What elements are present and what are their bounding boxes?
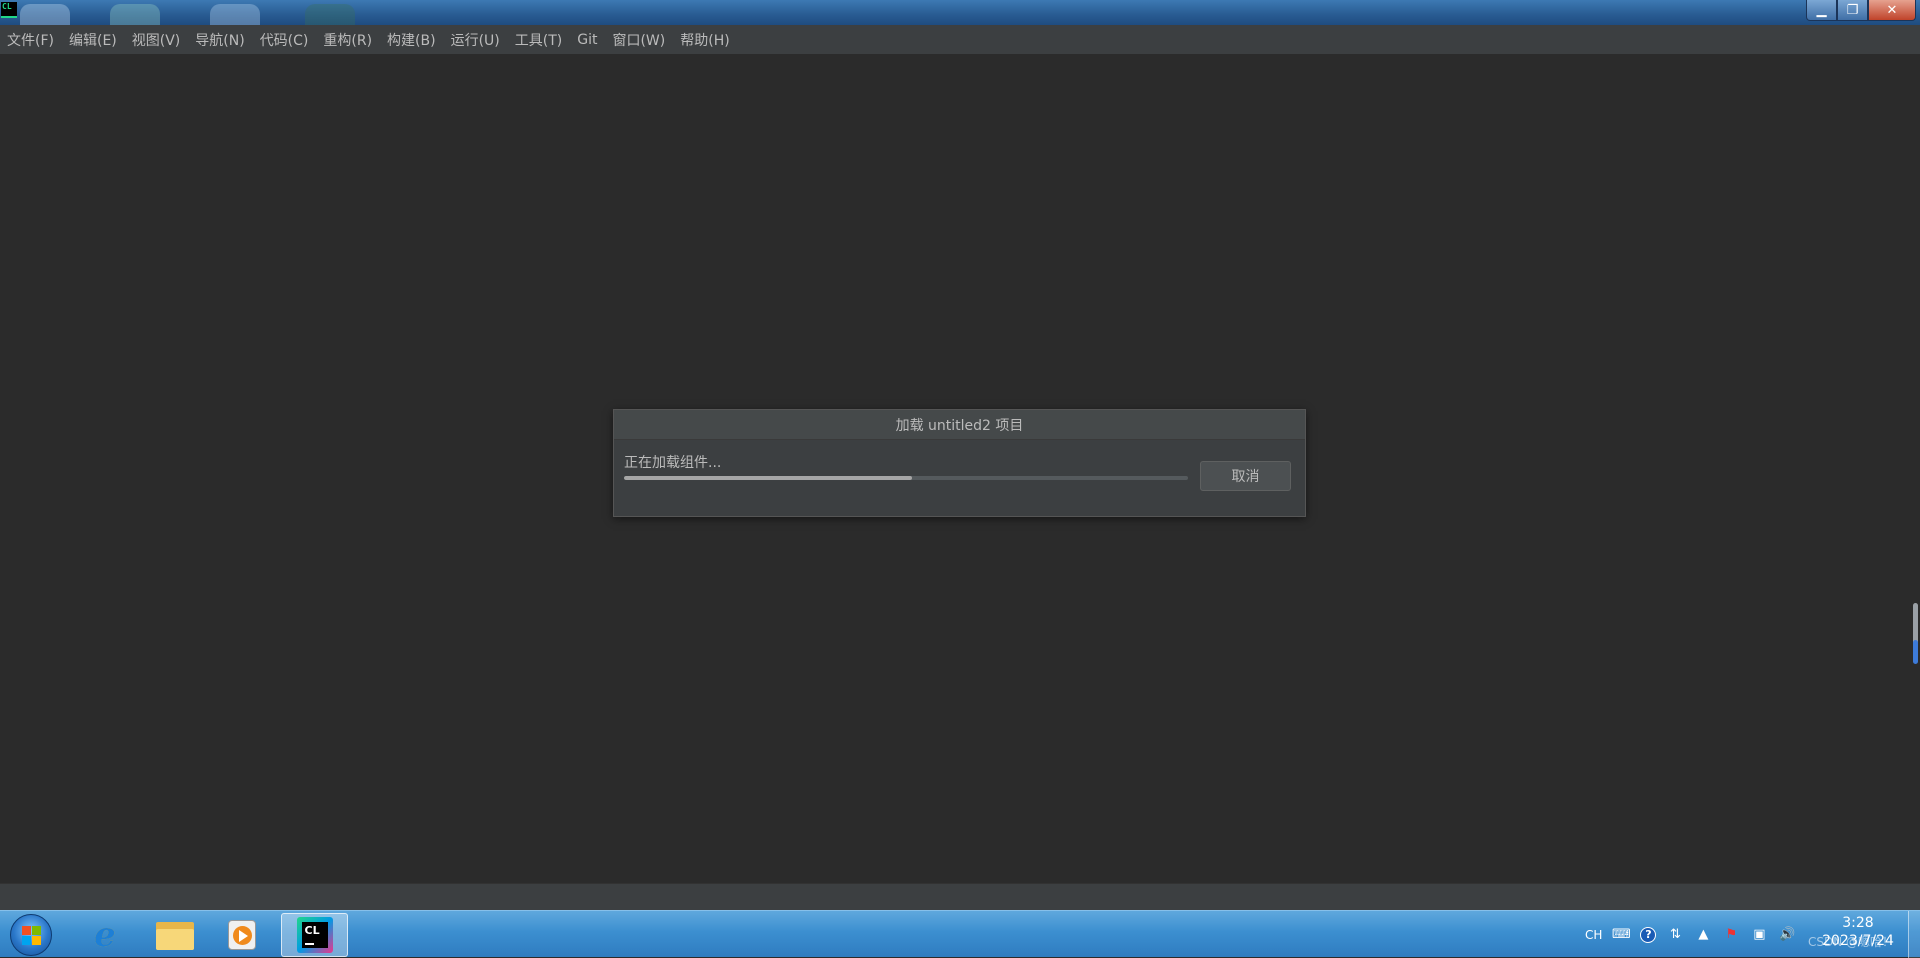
menu-view[interactable]: 视图(V) (132, 30, 181, 50)
titlebar-glass-blob (20, 4, 70, 25)
menu-file[interactable]: 文件(F) (7, 30, 54, 50)
start-button[interactable] (10, 914, 52, 956)
internet-explorer-icon: e (94, 915, 116, 955)
menu-navigate[interactable]: 导航(N) (195, 30, 244, 50)
windows-logo-icon (22, 926, 42, 946)
menu-refactor[interactable]: 重构(R) (323, 30, 372, 50)
titlebar-glass-blob (305, 4, 355, 25)
folder-icon (156, 920, 194, 950)
menu-tools[interactable]: 工具(T) (515, 30, 562, 50)
menu-build[interactable]: 构建(B) (387, 30, 436, 50)
csdn-watermark: CSDN @嗯哈！ (1808, 935, 1895, 949)
media-player-icon (228, 920, 256, 950)
side-scroll-thumb[interactable] (1913, 640, 1918, 664)
maximize-button[interactable]: ❐ (1837, 0, 1868, 21)
taskbar-file-explorer[interactable] (148, 913, 202, 957)
dialog-title: 加载 untitled2 项目 (614, 410, 1305, 440)
ide-status-bar (0, 883, 1920, 910)
taskbar-internet-explorer[interactable]: e (78, 913, 132, 957)
titlebar-glass-blob (110, 4, 160, 25)
close-button[interactable]: ✕ (1868, 0, 1916, 21)
cancel-button[interactable]: 取消 (1200, 461, 1291, 491)
loading-project-dialog: 加载 untitled2 项目 正在加载组件... 取消 (613, 409, 1306, 517)
windows-taskbar: e CL CH ⌨ ? ⇅ ▲ ⚑ ▣ 🔊 3:28 2023/7/24 CSD… (0, 910, 1920, 958)
network-icon[interactable]: ▣ (1750, 927, 1768, 943)
menu-bar: 文件(F) 编辑(E) 视图(V) 导航(N) 代码(C) 重构(R) 构建(B… (0, 25, 1920, 54)
taskbar-media-player[interactable] (215, 913, 269, 957)
input-method-indicator[interactable]: CH (1585, 928, 1602, 942)
window-controls: ▁ ❐ ✕ (1806, 0, 1916, 21)
progress-bar (624, 476, 1188, 480)
window-title-bar[interactable]: CL ▁ ❐ ✕ (0, 0, 1920, 25)
menu-window[interactable]: 窗口(W) (612, 30, 665, 50)
help-icon[interactable]: ? (1640, 926, 1657, 943)
taskbar-clion[interactable]: CL (281, 913, 348, 957)
progress-bar-fill (624, 476, 912, 480)
clion-icon-label: CL (304, 924, 320, 937)
language-bar-icon[interactable]: ⇅ (1666, 927, 1684, 943)
minimize-button[interactable]: ▁ (1806, 0, 1837, 21)
action-center-flag-icon[interactable]: ⚑ (1722, 927, 1740, 943)
clock-time: 3:28 (1842, 915, 1874, 931)
dialog-body: 正在加载组件... 取消 (614, 440, 1305, 517)
menu-git[interactable]: Git (577, 32, 597, 48)
keyboard-icon[interactable]: ⌨ (1612, 927, 1631, 943)
volume-icon[interactable]: 🔊 (1778, 927, 1796, 943)
menu-help[interactable]: 帮助(H) (680, 30, 729, 50)
system-tray: CH ⌨ ? ⇅ ▲ ⚑ ▣ 🔊 (1585, 911, 1796, 958)
menu-code[interactable]: 代码(C) (260, 30, 309, 50)
show-desktop-button[interactable] (1908, 911, 1920, 958)
clion-icon: CL (296, 917, 333, 953)
titlebar-glass-blob (210, 4, 260, 25)
loading-status-text: 正在加载组件... (624, 455, 722, 471)
menu-run[interactable]: 运行(U) (451, 30, 500, 50)
menu-edit[interactable]: 编辑(E) (69, 30, 117, 50)
show-hidden-icons-icon[interactable]: ▲ (1694, 927, 1712, 943)
clion-app-icon[interactable]: CL (1, 2, 17, 18)
